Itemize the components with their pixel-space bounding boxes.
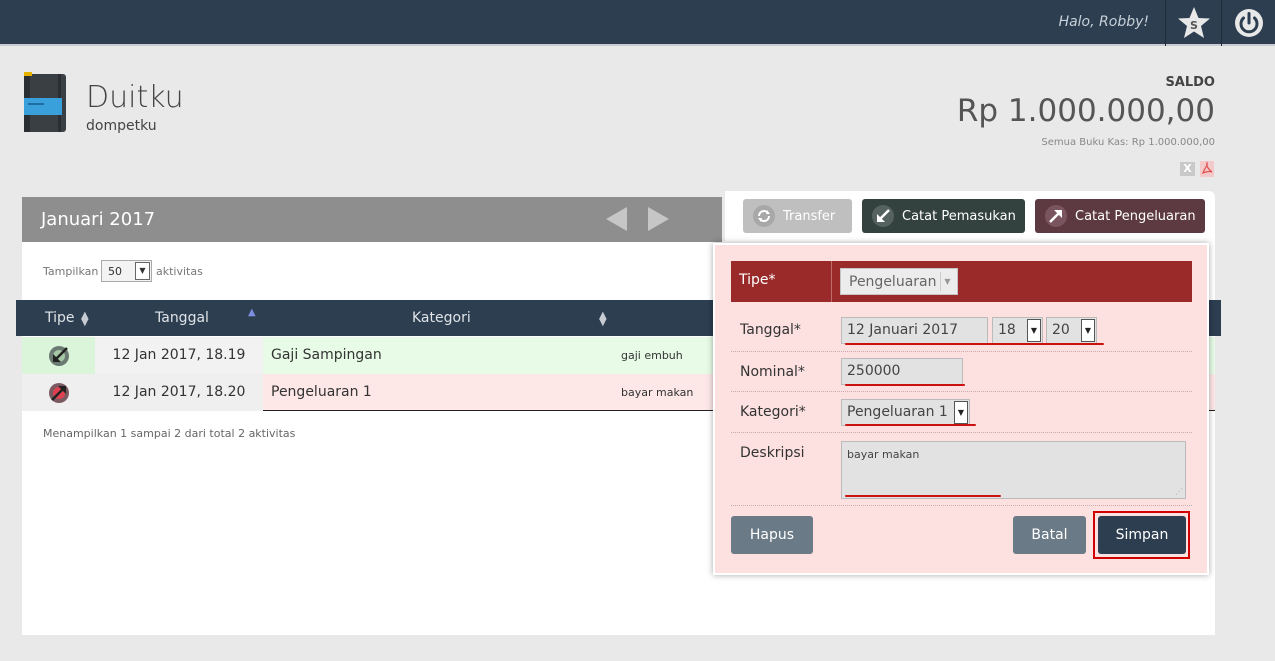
- expense-type-cell: [22, 374, 95, 411]
- date-input[interactable]: 12 Januari 2017: [841, 317, 988, 344]
- top-bar: Halo, Robby! S: [0, 0, 1275, 46]
- highlight-underline: [845, 424, 976, 426]
- all-books-balance: Semua Buku Kas: Rp 1.000.000,00: [1041, 137, 1215, 148]
- user-greeting: Halo, Robby!: [1058, 14, 1149, 30]
- type-row: Tipe* Pengeluaran ▼: [731, 261, 1192, 302]
- column-header-category[interactable]: Kategori: [412, 310, 471, 326]
- page-size-label: Tampilkan: [43, 265, 99, 278]
- transfer-button[interactable]: Transfer: [743, 199, 852, 233]
- type-select[interactable]: Pengeluaran ▼: [840, 268, 958, 295]
- period-bar-curve: [680, 197, 722, 242]
- row-date: 12 Jan 2017, 18.20: [95, 374, 263, 411]
- row-date: 12 Jan 2017, 18.19: [95, 337, 263, 374]
- chevron-down-icon: ▼: [135, 262, 150, 280]
- arrow-left-icon[interactable]: [605, 206, 629, 232]
- star-s-icon: S: [1177, 7, 1210, 38]
- record-expense-button[interactable]: Catat Pengeluaran: [1035, 199, 1205, 233]
- hour-select[interactable]: 18 ▼: [992, 317, 1043, 344]
- date-label: Tanggal*: [740, 322, 801, 338]
- minute-value: 20: [1052, 322, 1070, 338]
- page-size-value: 50: [108, 265, 122, 278]
- star-button[interactable]: S: [1166, 0, 1221, 46]
- record-income-button[interactable]: Catat Pemasukan: [862, 199, 1025, 233]
- logout-button[interactable]: [1222, 0, 1275, 46]
- transfer-label: Transfer: [783, 208, 836, 224]
- save-button[interactable]: Simpan: [1098, 516, 1186, 554]
- pdf-icon[interactable]: [1199, 161, 1215, 177]
- balance-value: Rp 1.000.000,00: [956, 93, 1215, 129]
- highlight-underline: [845, 384, 965, 386]
- period-title: Januari 2017: [41, 209, 156, 230]
- amount-input[interactable]: 250000: [841, 358, 963, 385]
- power-icon: [1234, 9, 1263, 37]
- row-description: bayar makan: [621, 386, 694, 399]
- category-value: Pengeluaran 1: [847, 404, 948, 420]
- hour-value: 18: [998, 322, 1016, 338]
- amount-label: Nominal*: [740, 364, 805, 380]
- minute-select[interactable]: 20 ▼: [1046, 317, 1097, 344]
- page-title: Duitku: [86, 80, 184, 115]
- expense-arrow-icon: [48, 382, 69, 403]
- row-description: gaji embuh: [621, 349, 683, 362]
- delete-button[interactable]: Hapus: [731, 516, 813, 554]
- wallet-book-icon: [24, 72, 66, 132]
- description-value: bayar makan: [847, 448, 920, 461]
- category-label: Kategori*: [740, 404, 806, 420]
- page-size-select[interactable]: 50 ▼: [101, 260, 152, 282]
- transfer-icon: [753, 205, 775, 227]
- chevron-down-icon: ▼: [1027, 319, 1041, 342]
- page-size-suffix: aktivitas: [156, 265, 203, 278]
- page-subtitle: dompetku: [86, 118, 157, 134]
- column-header-type[interactable]: Tipe: [45, 310, 75, 326]
- type-value: Pengeluaran: [849, 274, 937, 290]
- row-category: Pengeluaran 1: [271, 384, 372, 400]
- chevron-down-icon: ▼: [954, 401, 968, 424]
- income-arrow-icon: [872, 205, 894, 227]
- record-expense-label: Catat Pengeluaran: [1075, 208, 1196, 224]
- divider: [731, 505, 1192, 506]
- record-income-label: Catat Pemasukan: [902, 208, 1016, 224]
- divider: [831, 261, 832, 302]
- expense-arrow-icon: [1045, 205, 1067, 227]
- sort-icon[interactable]: ▲ ▼: [599, 311, 607, 328]
- chevron-down-icon: ▼: [940, 272, 954, 291]
- income-arrow-icon: [48, 345, 69, 366]
- sort-asc-icon[interactable]: ▲: [248, 308, 256, 318]
- balance-label: SALDO: [1165, 75, 1215, 90]
- row-category: Gaji Sampingan: [271, 347, 382, 363]
- description-label: Deskripsi: [740, 445, 805, 461]
- sort-icon[interactable]: ▲ ▼: [81, 311, 89, 328]
- highlight-underline: [845, 343, 1104, 345]
- income-type-cell: [22, 337, 95, 374]
- divider: [731, 391, 1192, 392]
- divider: [731, 432, 1192, 433]
- resize-grip-icon[interactable]: ⋰: [1175, 487, 1183, 496]
- export-excel-button[interactable]: X: [1180, 162, 1195, 176]
- divider: [731, 351, 1192, 352]
- highlight-underline: [845, 495, 1001, 497]
- pagination-info: Menampilkan 1 sampai 2 dari total 2 akti…: [43, 427, 296, 440]
- cancel-button[interactable]: Batal: [1013, 516, 1086, 554]
- arrow-right-icon[interactable]: [646, 206, 670, 232]
- chevron-down-icon: ▼: [1081, 319, 1095, 342]
- category-select[interactable]: Pengeluaran 1 ▼: [841, 399, 970, 426]
- svg-text:S: S: [1190, 19, 1198, 32]
- column-header-date[interactable]: Tanggal: [155, 310, 209, 326]
- description-textarea[interactable]: bayar makan ⋰: [841, 441, 1186, 499]
- type-label: Tipe*: [739, 272, 776, 288]
- transaction-edit-dialog: Tipe* Pengeluaran ▼ Tanggal* 12 Januari …: [713, 243, 1209, 575]
